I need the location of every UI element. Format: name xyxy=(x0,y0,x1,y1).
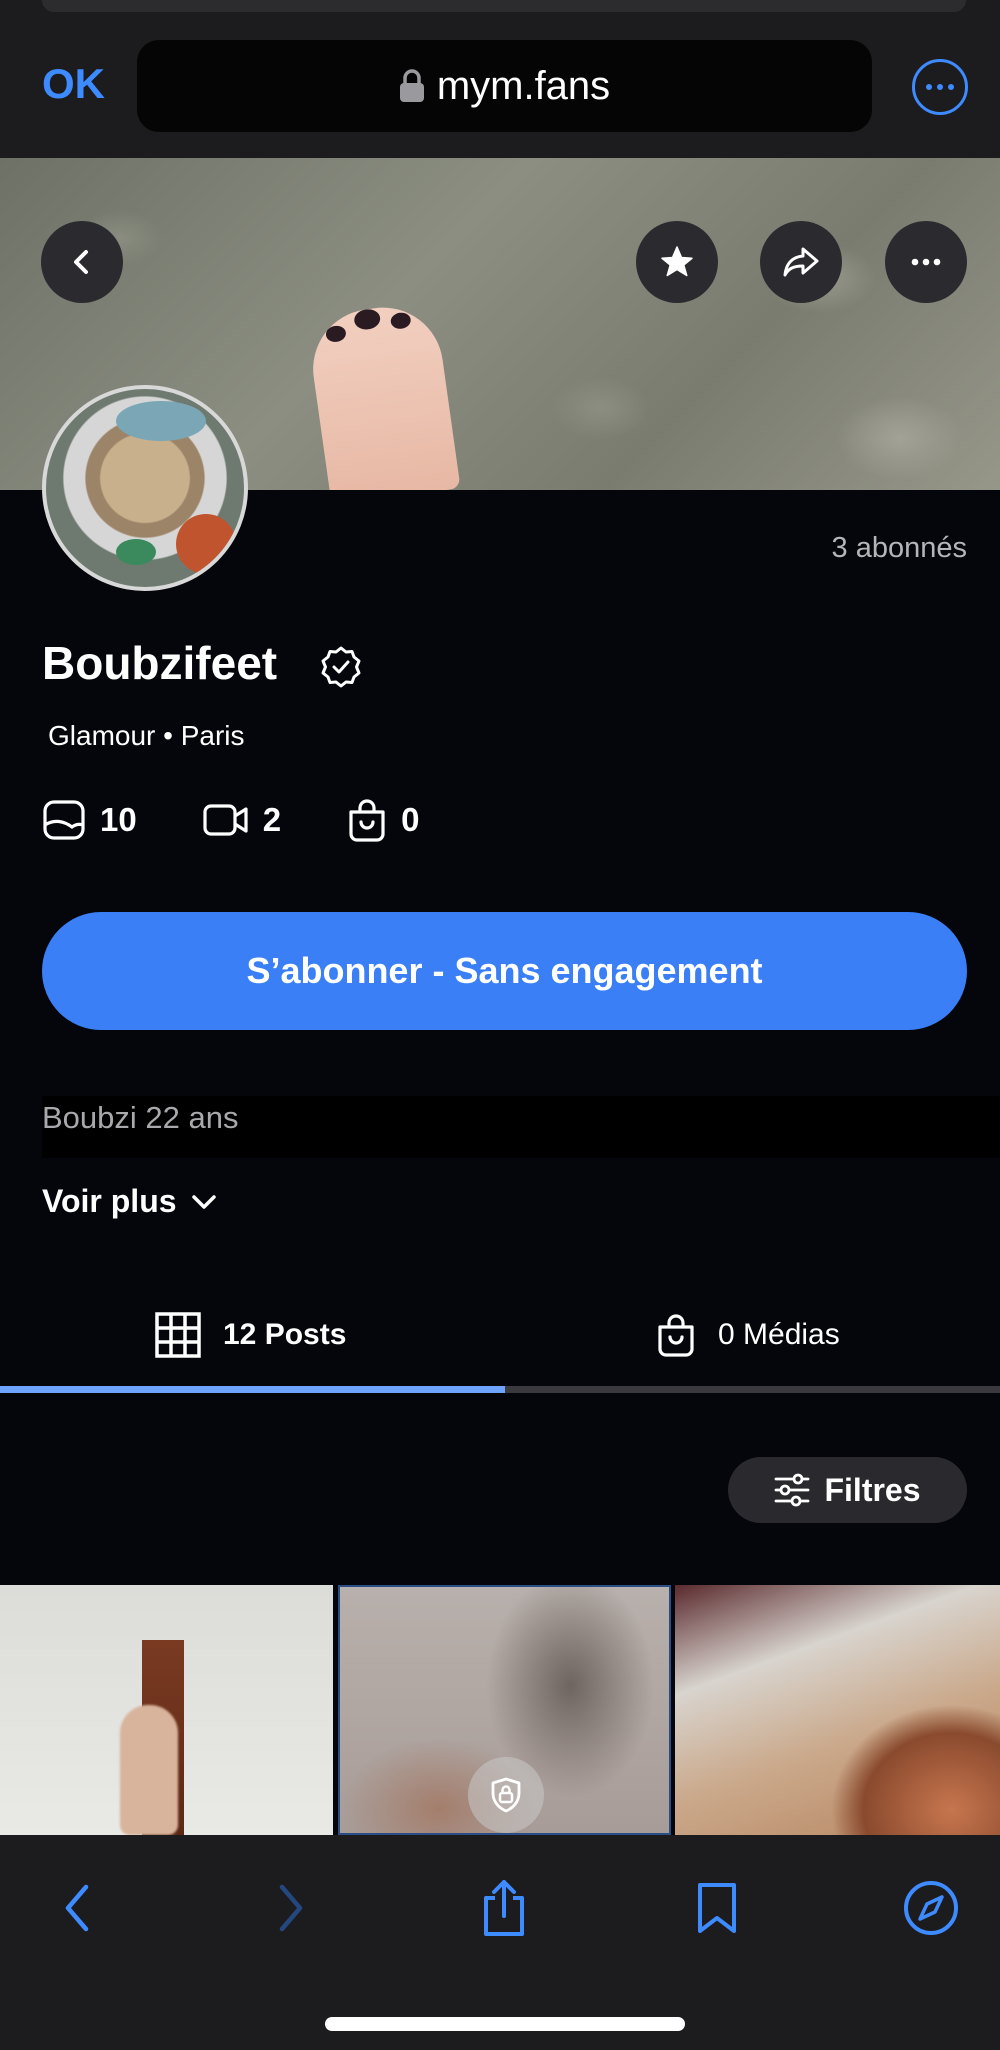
forward-icon xyxy=(279,1884,303,1932)
browser-bookmarks-button[interactable] xyxy=(682,1873,752,1943)
share-button[interactable] xyxy=(760,221,842,303)
blurred-person xyxy=(120,1705,178,1835)
video-icon xyxy=(203,804,248,836)
stat-videos: 2 xyxy=(203,801,281,839)
tab-medias-label: 0 Médias xyxy=(718,1318,840,1351)
tab-indicator-active xyxy=(0,1386,505,1393)
stat-medias-value: 0 xyxy=(401,801,420,838)
grid-icon xyxy=(155,1312,201,1358)
photo-icon xyxy=(43,800,85,840)
profile-tags: Glamour • Paris xyxy=(48,720,245,751)
stat-photos-value: 10 xyxy=(100,801,137,838)
subscribe-button[interactable]: S’abonner - Sans engagement xyxy=(42,912,967,1030)
tab-posts-label: 12 Posts xyxy=(223,1318,347,1351)
locked-badge xyxy=(468,1757,544,1833)
chevron-down-icon xyxy=(191,1194,216,1209)
avatar[interactable] xyxy=(42,385,248,591)
tab-posts[interactable]: 12 Posts xyxy=(155,1280,346,1390)
cover-photo-subject xyxy=(305,299,461,490)
more-options-icon[interactable] xyxy=(912,59,968,115)
browser-compass-button[interactable] xyxy=(896,1873,966,1943)
bag-icon xyxy=(349,799,385,842)
post-grid xyxy=(0,1585,1000,1835)
bookmarks-icon xyxy=(698,1883,736,1933)
stat-photos: 10 xyxy=(42,799,137,841)
content-tabs: 12 Posts 0 Médias xyxy=(0,1280,1000,1394)
post-thumbnail[interactable] xyxy=(675,1585,1000,1835)
back-chevron-icon xyxy=(74,250,88,274)
tab-indicator-track xyxy=(0,1386,1000,1393)
lock-icon xyxy=(399,69,424,102)
back-icon xyxy=(65,1884,89,1932)
filters-label: Filtres xyxy=(824,1471,921,1508)
compass-icon xyxy=(904,1881,958,1935)
back-button[interactable] xyxy=(41,221,123,303)
address-bar[interactable]: mym.fans xyxy=(137,40,872,132)
lock-icon xyxy=(491,1777,521,1813)
bag-icon xyxy=(658,1314,694,1357)
browser-share-button[interactable] xyxy=(469,1873,539,1943)
filters-button[interactable]: Filtres xyxy=(728,1457,967,1523)
share-icon xyxy=(484,1880,524,1936)
see-more-label: Voir plus xyxy=(42,1183,177,1219)
share-arrow-icon xyxy=(783,247,819,277)
star-icon xyxy=(661,246,693,277)
favorite-button[interactable] xyxy=(636,221,718,303)
post-thumbnail-locked[interactable] xyxy=(338,1585,671,1835)
tab-peek xyxy=(42,0,966,12)
browser-forward-button[interactable] xyxy=(256,1873,326,1943)
browser-bottom-toolbar xyxy=(0,1835,1000,2050)
profile-name: Boubzifeet xyxy=(42,637,278,689)
stat-medias: 0 xyxy=(347,798,419,842)
browser-back-button[interactable] xyxy=(42,1873,112,1943)
ok-button[interactable]: OK xyxy=(42,60,105,108)
sliders-icon xyxy=(775,1473,810,1507)
browser-top-bar: OK mym.fans xyxy=(0,0,1000,158)
stat-videos-value: 2 xyxy=(262,801,282,838)
more-button[interactable] xyxy=(885,221,967,303)
more-dots-icon xyxy=(911,258,941,266)
profile-stats: 10 2 0 xyxy=(42,798,485,842)
url-text: mym.fans xyxy=(436,63,611,108)
post-thumbnail[interactable] xyxy=(0,1585,333,1835)
tab-medias[interactable]: 0 Médias xyxy=(656,1280,840,1390)
profile-bio: Boubzi 22 ans xyxy=(42,1096,1000,1158)
home-indicator xyxy=(325,2017,685,2031)
subscriber-count: 3 abonnés xyxy=(831,532,967,564)
verified-badge-icon xyxy=(321,646,361,688)
see-more-toggle[interactable]: Voir plus xyxy=(42,1183,217,1220)
